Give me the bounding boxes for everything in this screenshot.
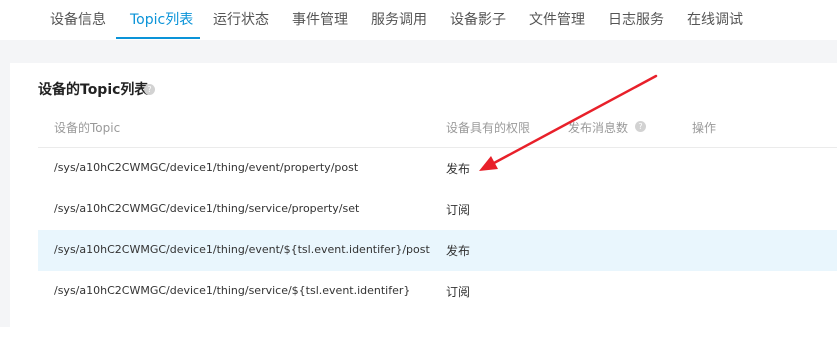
- tab-run-status[interactable]: 运行状态: [213, 9, 269, 29]
- table-header: 设备的Topic 设备具有的权限 发布消息数 ? 操作: [38, 107, 837, 148]
- topic-cell: /sys/a10hC2CWMGC/device1/thing/event/pro…: [54, 161, 359, 174]
- table-row[interactable]: /sys/a10hC2CWMGC/device1/thing/event/${t…: [38, 230, 837, 272]
- topic-cell: /sys/a10hC2CWMGC/device1/thing/event/${t…: [54, 243, 430, 256]
- permission-cell: 订阅: [446, 203, 471, 217]
- device-tabs: 设备信息 Topic列表 运行状态 事件管理 服务调用 设备影子 文件管理 日志…: [0, 0, 837, 41]
- active-tab-indicator: [116, 37, 200, 39]
- column-header-permission: 设备具有的权限: [446, 121, 531, 135]
- left-gutter: [0, 40, 10, 327]
- tab-service-call[interactable]: 服务调用: [371, 9, 427, 29]
- topic-cell: /sys/a10hC2CWMGC/device1/thing/service/$…: [54, 284, 411, 297]
- tab-online-debug[interactable]: 在线调试: [687, 9, 743, 29]
- column-header-msg-count: 发布消息数: [568, 121, 629, 135]
- section-gap: [0, 40, 837, 64]
- column-header-actions: 操作: [692, 121, 717, 135]
- table-row[interactable]: /sys/a10hC2CWMGC/device1/thing/service/$…: [38, 271, 837, 313]
- tab-device-shadow[interactable]: 设备影子: [450, 9, 506, 29]
- permission-cell: 发布: [446, 162, 471, 176]
- question-circle-icon[interactable]: ?: [144, 84, 155, 95]
- tab-file-mgmt[interactable]: 文件管理: [529, 9, 585, 29]
- permission-cell: 发布: [446, 244, 471, 258]
- column-header-topic: 设备的Topic: [54, 121, 121, 135]
- section-title: 设备的Topic列表: [38, 82, 149, 98]
- tab-device-info[interactable]: 设备信息: [50, 9, 106, 29]
- table-row[interactable]: [38, 312, 837, 353]
- question-circle-icon[interactable]: ?: [635, 121, 646, 132]
- table-row[interactable]: /sys/a10hC2CWMGC/device1/thing/service/p…: [38, 189, 837, 231]
- topic-cell: /sys/a10hC2CWMGC/device1/thing/service/p…: [54, 202, 360, 215]
- tab-log-service[interactable]: 日志服务: [608, 9, 664, 29]
- tab-topic-list[interactable]: Topic列表: [130, 9, 193, 29]
- table-row[interactable]: /sys/a10hC2CWMGC/device1/thing/event/pro…: [38, 148, 837, 190]
- tab-event-mgmt[interactable]: 事件管理: [292, 9, 348, 29]
- permission-cell: 订阅: [446, 285, 471, 299]
